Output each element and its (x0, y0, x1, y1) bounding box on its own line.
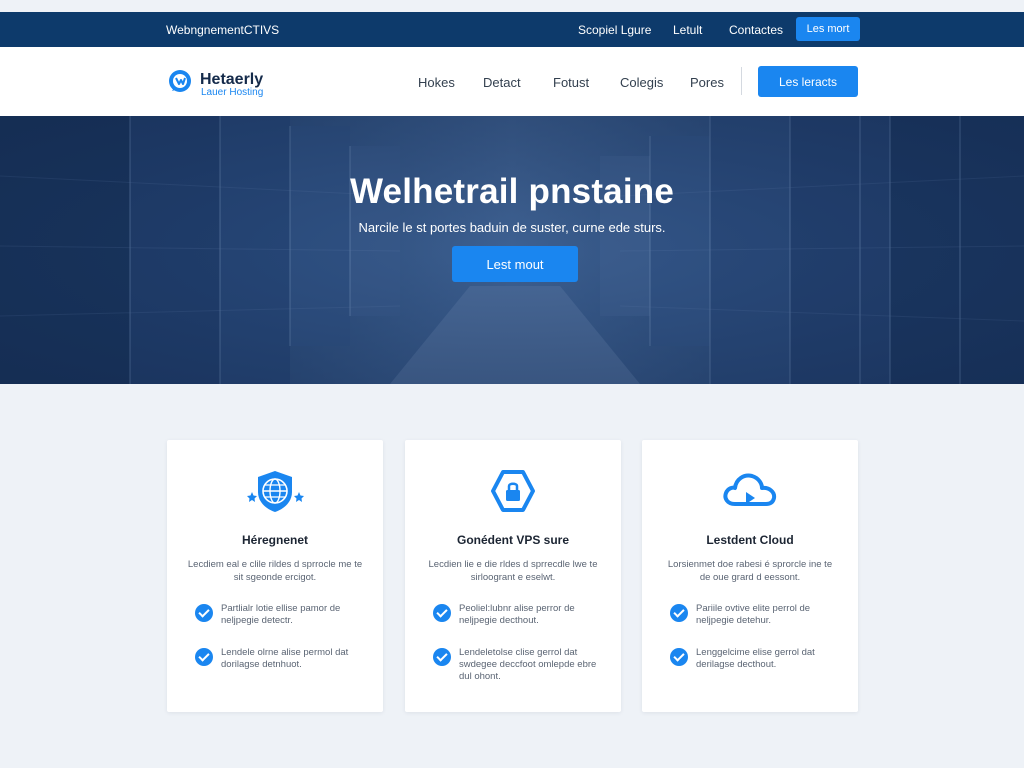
lock-hexagon-icon (491, 470, 535, 512)
card-feature-text: Lendele olrne alise permol dat dorilagse… (221, 647, 349, 670)
check-icon (433, 648, 451, 666)
check-icon (670, 648, 688, 666)
check-icon (433, 604, 451, 622)
nav-item-5[interactable]: Pores (690, 75, 724, 90)
logo-subtitle: Lauer Hosting (201, 87, 264, 98)
top-link-2[interactable]: Letult (673, 23, 702, 37)
top-bar-brand: WebngnementCTIVS (166, 23, 280, 37)
card-title: Lestdent Cloud (706, 533, 794, 547)
nav-item-2[interactable]: Detact (483, 75, 521, 90)
card-description: Lecdiem eal e clile rildes d sprrocle me… (187, 559, 363, 583)
plan-card-1[interactable]: Héregnenet Lecdiem eal e clile rildes d … (167, 440, 383, 712)
card-feature-text: Lendeletolse clise gerrol dat swdegee de… (459, 647, 597, 682)
check-icon (670, 604, 688, 622)
check-icon (195, 604, 213, 622)
main-header: Hetaerly Lauer Hosting Hokes Detact Fotu… (0, 47, 1024, 116)
nav-item-1[interactable]: Hokes (418, 75, 455, 90)
card-title: Gonédent VPS sure (456, 533, 570, 547)
top-bar: WebngnementCTIVS Scopiel Lgure Letult Co… (0, 12, 1024, 47)
logo-icon[interactable] (167, 69, 193, 95)
top-link-contact[interactable]: Contactes (729, 23, 783, 37)
nav-divider (741, 67, 742, 95)
card-feature-text: Partlialr lotie ellise pamor de neljpegi… (221, 603, 341, 626)
hero-banner: Welhetrail pnstaine Narcile le st portes… (0, 116, 1024, 384)
cloud-arrow-icon (723, 473, 777, 506)
hero-title: Welhetrail pnstaine (349, 172, 675, 211)
plan-card-3[interactable]: Lestdent Cloud Lorsienmet doe rabesi é s… (642, 440, 858, 712)
hero-subtitle: Narcile le st portes baduin de suster, c… (358, 220, 666, 235)
card-feature-text: Peoliel:lubnr alise perror de neljpegie … (459, 603, 575, 626)
check-icon (195, 648, 213, 666)
nav-item-3[interactable]: Fotust (553, 75, 589, 90)
card-title: Héregnenet (241, 533, 309, 547)
globe-shield-icon (247, 471, 304, 512)
top-bar-button[interactable]: Les mort (796, 17, 860, 41)
plan-card-2[interactable]: Gonédent VPS sure Lecdien lie e die rlde… (405, 440, 621, 712)
card-description: Lorsienmet doe rabesi é sprorcle ine te … (667, 559, 833, 583)
hero-cta-button[interactable]: Lest mout (452, 246, 578, 282)
card-description: Lecdien lie e die rldes d sprrecdle lwe … (428, 559, 598, 583)
top-link-1[interactable]: Scopiel Lgure (578, 23, 651, 37)
nav-item-4[interactable]: Colegis (620, 75, 663, 90)
card-feature-text: Lenggelcime elise gerrol dat derilagse d… (696, 647, 815, 670)
card-feature-text: Pariile ovtive elite perrol de neljpegie… (696, 603, 811, 626)
header-cta-button[interactable]: Les leracts (758, 66, 858, 97)
